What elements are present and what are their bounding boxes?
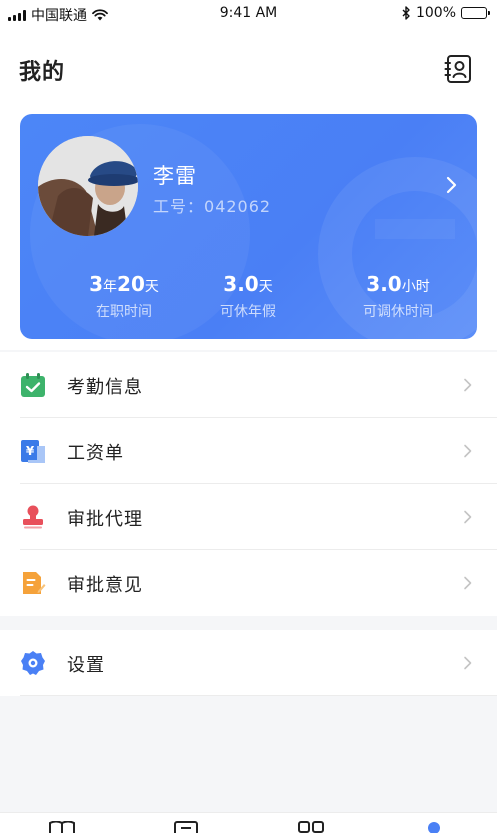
stat-value: 3.0 天 — [178, 272, 318, 298]
stat-num: 3.0 — [366, 272, 402, 296]
divider — [20, 695, 497, 696]
stats-row: 3 年 20 天 在职时间 3.0 天 可休年假 3.0 小时 可调休时间 — [20, 272, 477, 324]
avatar-photo — [38, 136, 138, 236]
menu-item-label: 设置 — [67, 655, 105, 676]
menu-item-label: 工资单 — [67, 443, 124, 464]
chevron-right-icon — [464, 444, 472, 458]
employee-id-label: 工号： — [153, 197, 205, 216]
menu-item-attendance[interactable]: 考勤信息 — [0, 352, 497, 418]
employee-id-value: 042062 — [204, 197, 272, 216]
menu-item-label: 审批代理 — [67, 509, 143, 530]
profile-dot-icon[interactable] — [427, 821, 441, 833]
menu-item-approval-comments[interactable]: 审批意见 — [0, 550, 497, 616]
stamp-icon — [23, 505, 43, 529]
battery-icon — [461, 7, 490, 19]
chevron-right-icon[interactable] — [445, 176, 457, 194]
status-bar: 中国联通 9:41 AM 100% — [0, 0, 497, 28]
stat-num: 3.0 — [223, 272, 259, 296]
stat-unit: 天 — [144, 279, 159, 295]
stat-num: 3 — [89, 272, 104, 296]
book-icon[interactable] — [48, 821, 76, 833]
payslip-yen-icon: ¥ — [21, 440, 45, 463]
stat-num: 20 — [117, 272, 145, 296]
menu-item-payslip[interactable]: ¥ 工资单 — [0, 418, 497, 484]
chevron-right-icon — [464, 576, 472, 590]
battery-percent: 100% — [415, 5, 456, 21]
user-name: 李雷 — [153, 164, 197, 188]
profile-card[interactable]: 李雷 工号：042062 3 年 20 天 在职时间 3.0 天 可休年假 3.… — [20, 114, 477, 339]
stat-label: 可休年假 — [220, 304, 276, 320]
gear-icon — [21, 651, 45, 675]
avatar — [38, 136, 138, 236]
calendar-check-icon — [21, 373, 45, 397]
chevron-right-icon — [464, 656, 472, 670]
chevron-right-icon — [464, 378, 472, 392]
menu-item-label: 考勤信息 — [67, 377, 143, 398]
screen: 中国联通 9:41 AM 100% 我的 李雷 工号：042062 3 年 20… — [0, 0, 497, 833]
grid-icon[interactable] — [298, 821, 324, 833]
stat-unit: 天 — [258, 279, 273, 295]
stat-unit: 小时 — [401, 279, 430, 295]
contacts-book-icon[interactable] — [444, 54, 472, 84]
svg-text:¥: ¥ — [26, 444, 35, 458]
stat-label: 可调休时间 — [363, 304, 433, 320]
menu-item-approval-proxy[interactable]: 审批代理 — [0, 484, 497, 550]
stat-value: 3 年 20 天 — [54, 272, 194, 298]
stat-annual-leave: 3.0 天 可休年假 — [178, 272, 318, 321]
employee-id: 工号：042062 — [153, 193, 271, 217]
page-title: 我的 — [19, 60, 66, 85]
settings-list: 设置 — [0, 630, 497, 696]
bluetooth-icon — [402, 6, 410, 20]
stat-value: 3.0 小时 — [328, 272, 468, 298]
stat-label: 在职时间 — [96, 304, 152, 320]
menu-item-settings[interactable]: 设置 — [0, 630, 497, 696]
menu-item-label: 审批意见 — [67, 575, 143, 596]
menu-list: 考勤信息 ¥ 工资单 审批代理 审批意见 — [0, 352, 497, 616]
tab-bar — [0, 812, 497, 833]
stat-comp-time: 3.0 小时 可调休时间 — [328, 272, 468, 321]
document-edit-icon — [23, 572, 46, 594]
status-right: 100% — [402, 5, 490, 21]
stat-unit: 年 — [103, 279, 118, 295]
stat-tenure: 3 年 20 天 在职时间 — [54, 272, 194, 321]
header: 我的 — [0, 28, 497, 100]
profile-section: 李雷 工号：042062 3 年 20 天 在职时间 3.0 天 可休年假 3.… — [0, 100, 497, 350]
list-icon[interactable] — [174, 821, 198, 833]
chevron-right-icon — [464, 510, 472, 524]
